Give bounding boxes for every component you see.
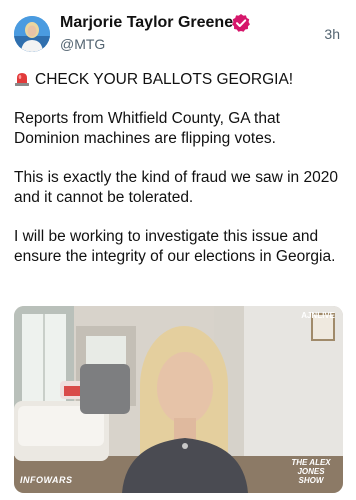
verified-badge-icon (232, 14, 250, 32)
post-timestamp[interactable]: 3h (324, 26, 340, 42)
author-handle[interactable]: @MTG (60, 36, 105, 52)
rotating-light-icon (15, 73, 29, 86)
post-body: CHECK YOUR BALLOTS GEORGIA! Reports from… (14, 70, 344, 286)
post-paragraph: This is exactly the kind of fraud we saw… (14, 169, 338, 206)
post-headline-line: CHECK YOUR BALLOTS GEORGIA! (14, 70, 344, 90)
author-name[interactable]: Marjorie Taylor Greene (60, 14, 233, 32)
post-card: Marjorie Taylor Greene @MTG 3h CHECK YOU… (0, 0, 356, 500)
post-headline: CHECK YOUR BALLOTS GEORGIA! (35, 71, 294, 88)
avatar[interactable] (14, 16, 50, 52)
post-header: Marjorie Taylor Greene @MTG 3h (14, 14, 344, 54)
watermark-ajnlive: AJNLIVE (301, 311, 335, 320)
post-paragraph: Reports from Whitfield County, GA that D… (14, 110, 280, 147)
avatar-photo-icon (14, 16, 50, 52)
watermark-infowars: INFOWARS (20, 475, 73, 485)
post-paragraph: I will be working to investigate this is… (14, 228, 336, 265)
video-thumbnail[interactable]: AJNLIVE INFOWARS THE ALEX JONES SHOW (14, 306, 343, 493)
watermark-alex-jones-show: THE ALEX JONES SHOW (291, 458, 331, 485)
